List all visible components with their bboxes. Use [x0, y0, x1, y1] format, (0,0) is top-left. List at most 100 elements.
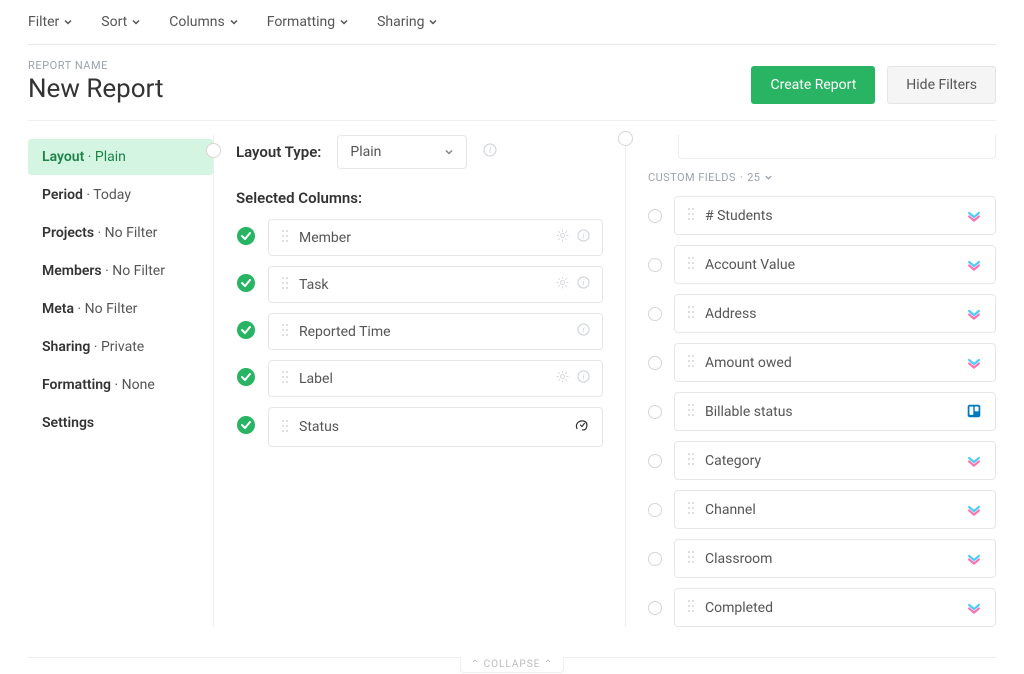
- sidebar-item-members[interactable]: Members · No Filter: [28, 253, 213, 289]
- sidebar-item-layout[interactable]: Layout · Plain: [28, 139, 213, 175]
- drag-handle-icon[interactable]: [687, 452, 695, 469]
- field-radio[interactable]: [648, 209, 662, 223]
- drag-handle-icon[interactable]: [281, 276, 289, 293]
- custom-fields-label: CUSTOM FIELDS: [648, 171, 736, 184]
- field-label: # Students: [705, 208, 957, 224]
- info-icon[interactable]: i: [577, 229, 590, 246]
- column-chip[interactable]: Reported Time i: [268, 313, 603, 350]
- field-radio[interactable]: [648, 454, 662, 468]
- field-radio[interactable]: [648, 307, 662, 321]
- toolbar-filter-label: Filter: [28, 14, 59, 30]
- drag-handle-icon[interactable]: [687, 354, 695, 371]
- column-label: Label: [299, 371, 546, 387]
- layout-type-select[interactable]: Plain: [337, 135, 467, 169]
- sidebar-item-period[interactable]: Period · Today: [28, 177, 213, 213]
- drag-handle-icon[interactable]: [281, 370, 289, 387]
- drag-handle-icon[interactable]: [687, 305, 695, 322]
- create-report-button[interactable]: Create Report: [751, 66, 875, 104]
- field-radio[interactable]: [648, 503, 662, 517]
- column-chip[interactable]: Label i: [268, 360, 603, 397]
- drag-handle-icon[interactable]: [687, 403, 695, 420]
- field-radio[interactable]: [648, 601, 662, 615]
- column-chip[interactable]: Task i: [268, 266, 603, 303]
- column-label: Status: [299, 419, 564, 435]
- drag-handle-icon[interactable]: [687, 599, 695, 616]
- field-chip[interactable]: Account Value: [674, 245, 996, 284]
- layout-type-label: Layout Type:: [236, 143, 321, 161]
- field-label: Address: [705, 306, 957, 322]
- info-icon[interactable]: i: [483, 143, 497, 161]
- field-chip[interactable]: Classroom: [674, 539, 996, 578]
- hide-filters-button[interactable]: Hide Filters: [887, 66, 996, 104]
- toolbar-filter[interactable]: Filter: [28, 14, 73, 30]
- collapse-button[interactable]: ⌃ COLLAPSE ⌃: [460, 657, 564, 673]
- clickup-icon: [967, 551, 983, 567]
- check-icon: [236, 320, 256, 344]
- column-row: Reported Time i: [236, 313, 603, 350]
- drag-handle-icon[interactable]: [281, 323, 289, 340]
- column-row: Label i: [236, 360, 603, 397]
- sidebar-item-meta[interactable]: Meta · No Filter: [28, 291, 213, 327]
- trello-icon: [967, 404, 983, 420]
- field-label: Completed: [705, 600, 957, 616]
- drag-handle-icon[interactable]: [687, 256, 695, 273]
- column-chip[interactable]: Status: [268, 407, 603, 447]
- toolbar-sort[interactable]: Sort: [101, 14, 141, 30]
- drag-handle-icon[interactable]: [281, 229, 289, 246]
- toolbar-sharing[interactable]: Sharing: [377, 14, 438, 30]
- check-icon: [236, 226, 256, 250]
- field-row: Category: [648, 441, 996, 480]
- field-chip[interactable]: Channel: [674, 490, 996, 529]
- report-name-label: REPORT NAME: [28, 59, 164, 72]
- chevron-down-icon: [131, 17, 141, 27]
- gear-icon[interactable]: [556, 229, 569, 246]
- status-sync-icon[interactable]: [574, 417, 590, 437]
- sidebar-item-key: Meta: [42, 301, 74, 317]
- sidebar-item-sharing[interactable]: Sharing · Private: [28, 329, 213, 365]
- sidebar-item-projects[interactable]: Projects · No Filter: [28, 215, 213, 251]
- clickup-icon: [967, 257, 983, 273]
- info-icon[interactable]: i: [577, 370, 590, 387]
- field-chip[interactable]: Completed: [674, 588, 996, 627]
- sidebar-item-settings[interactable]: Settings: [28, 405, 213, 441]
- sidebar-item-formatting[interactable]: Formatting · None: [28, 367, 213, 403]
- field-chip[interactable]: Category: [674, 441, 996, 480]
- gear-icon[interactable]: [556, 276, 569, 293]
- toolbar-columns[interactable]: Columns: [169, 14, 238, 30]
- svg-text:i: i: [489, 146, 492, 156]
- drag-handle-icon[interactable]: [281, 419, 289, 436]
- panel-radio-fields[interactable]: [618, 131, 633, 146]
- custom-fields-toggle[interactable]: CUSTOM FIELDS · 25: [648, 171, 773, 184]
- field-chip[interactable]: Amount owed: [674, 343, 996, 382]
- chevron-down-icon: [63, 17, 73, 27]
- field-chip[interactable]: Billable status: [674, 392, 996, 431]
- column-row: Task i: [236, 266, 603, 303]
- column-chip[interactable]: Member i: [268, 219, 603, 256]
- clickup-icon: [967, 600, 983, 616]
- clickup-icon: [967, 355, 983, 371]
- info-icon[interactable]: i: [577, 276, 590, 293]
- field-row: Completed: [648, 588, 996, 627]
- field-radio[interactable]: [648, 356, 662, 370]
- sidebar: Layout · Plain Period · Today Projects ·…: [28, 135, 213, 627]
- column-list: Member i Task i Reported Time i Label i …: [236, 219, 603, 447]
- field-chip[interactable]: # Students: [674, 196, 996, 235]
- field-radio[interactable]: [648, 258, 662, 272]
- custom-fields-count: 25: [747, 171, 760, 184]
- check-icon: [236, 273, 256, 297]
- drag-handle-icon[interactable]: [687, 501, 695, 518]
- field-label: Billable status: [705, 404, 957, 420]
- field-row: Account Value: [648, 245, 996, 284]
- field-chip[interactable]: Address: [674, 294, 996, 333]
- info-icon[interactable]: i: [577, 323, 590, 340]
- drag-handle-icon[interactable]: [687, 550, 695, 567]
- toolbar-formatting[interactable]: Formatting: [267, 14, 349, 30]
- sidebar-item-key: Layout: [42, 149, 84, 165]
- field-radio[interactable]: [648, 405, 662, 419]
- panel-radio-layout[interactable]: [206, 143, 221, 158]
- field-radio[interactable]: [648, 552, 662, 566]
- gear-icon[interactable]: [556, 370, 569, 387]
- drag-handle-icon[interactable]: [687, 207, 695, 224]
- field-label: Category: [705, 453, 957, 469]
- toolbar-sort-label: Sort: [101, 14, 127, 30]
